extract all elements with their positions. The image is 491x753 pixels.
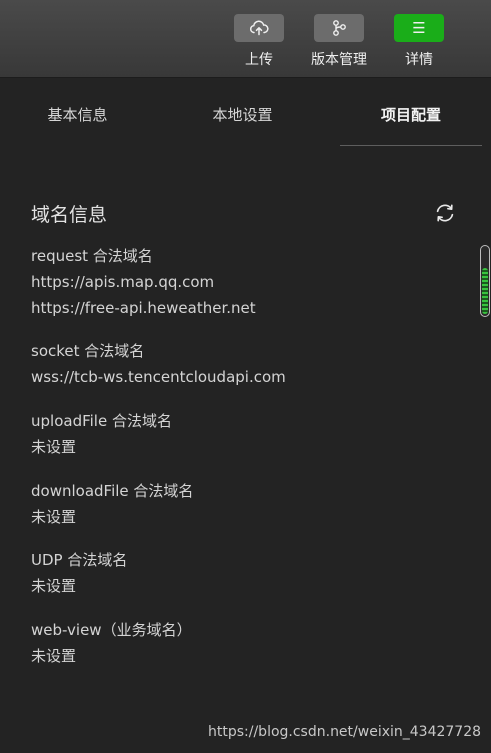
scrollbar[interactable] [480,245,490,317]
domain-label: web-view（业务域名） [31,621,192,639]
domain-group-socket: socket 合法域名 wss://tcb-ws.tencentcloudapi… [31,338,286,390]
domain-value: 未设置 [31,508,77,526]
domain-label: downloadFile 合法域名 [31,482,194,500]
tab-basic-info[interactable]: 基本信息 [0,78,155,146]
upload-label: 上传 [245,52,273,68]
domain-value: https://apis.map.qq.com [31,273,215,291]
section-title: 域名信息 [31,204,108,226]
settings-tabs: 基本信息 本地设置 项目配置 [0,78,491,146]
domain-value: 未设置 [31,647,77,665]
watermark: https://blog.csdn.net/weixin_43427728 [208,724,482,740]
refresh-icon[interactable] [434,202,456,224]
domain-group-web-view: web-view（业务域名） 未设置 [31,617,192,669]
domain-value: https://free-api.heweather.net [31,299,256,317]
details-label: 详情 [405,52,433,68]
scrollbar-thumb[interactable] [482,268,488,314]
domain-value: 未设置 [31,577,77,595]
domain-group-udp: UDP 合法域名 未设置 [31,547,127,599]
tab-project-config[interactable]: 项目配置 [340,78,482,146]
menu-icon: ☰ [394,14,444,42]
domain-group-upload-file: uploadFile 合法域名 未设置 [31,408,172,460]
domain-label: socket 合法域名 [31,342,145,360]
details-button[interactable]: ☰ 详情 [379,14,459,69]
domain-value: 未设置 [31,438,77,456]
domain-label: UDP 合法域名 [31,551,128,569]
domain-label: request 合法域名 [31,247,153,265]
cloud-upload-icon [234,14,284,42]
domain-label: uploadFile 合法域名 [31,412,172,430]
upload-button[interactable]: 上传 [219,14,299,69]
branch-icon [314,14,364,42]
version-management-label: 版本管理 [311,52,367,68]
domain-value: wss://tcb-ws.tencentcloudapi.com [31,368,286,386]
tab-local-settings[interactable]: 本地设置 [165,78,320,146]
version-management-button[interactable]: 版本管理 [299,14,379,69]
domain-group-download-file: downloadFile 合法域名 未设置 [31,478,193,530]
top-toolbar: 上传 版本管理 ☰ 详情 [0,0,491,78]
domain-group-request: request 合法域名 https://apis.map.qq.com htt… [31,243,256,321]
